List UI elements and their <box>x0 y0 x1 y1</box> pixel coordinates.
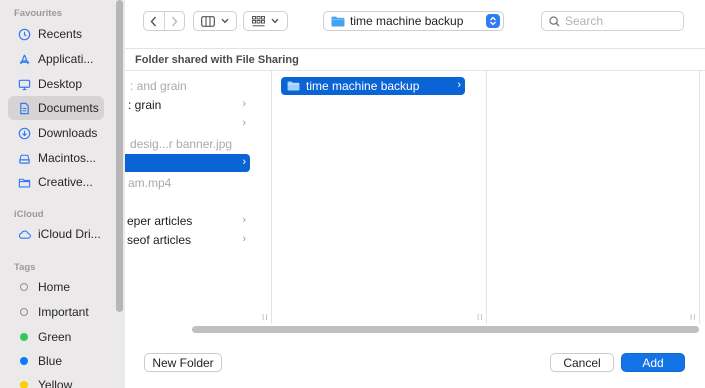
column-resize-handle[interactable]: II <box>262 313 268 322</box>
sidebar-item-label: Applicati... <box>38 52 94 66</box>
sidebar-item-downloads[interactable]: Downloads <box>8 121 104 145</box>
list-item[interactable]: › <box>125 115 250 133</box>
tag-blue-dot-icon <box>20 357 28 365</box>
group-by-button[interactable] <box>243 11 288 31</box>
tags-heading: Tags <box>14 262 36 273</box>
clock-icon <box>17 27 31 41</box>
applications-icon <box>17 52 31 66</box>
search-input[interactable] <box>565 14 675 28</box>
list-item[interactable]: seof articles › <box>125 231 250 249</box>
column-divider <box>699 71 700 324</box>
path-popup-label: time machine backup <box>350 14 464 28</box>
sidebar-item-label: Documents <box>38 101 99 115</box>
chevron-right-icon: › <box>242 98 246 110</box>
sidebar-item-recents[interactable]: Recents <box>8 22 104 46</box>
sidebar-tag-important[interactable]: Important <box>8 300 104 324</box>
chevron-right-icon <box>171 16 178 26</box>
list-item[interactable] <box>125 193 250 211</box>
back-button[interactable] <box>144 16 164 27</box>
chevron-down-icon <box>221 18 229 24</box>
add-button[interactable]: Add <box>621 353 685 372</box>
list-item-label: seof articles <box>127 233 192 247</box>
folder-icon <box>17 175 31 189</box>
folder-icon <box>287 81 300 91</box>
sidebar-item-label: Macintos... <box>38 151 97 165</box>
sidebar-item-macintosh[interactable]: Macintos... <box>8 146 104 170</box>
tag-green-dot-icon <box>20 333 28 341</box>
list-item-label: : grain <box>128 98 162 112</box>
view-mode-button[interactable] <box>193 11 237 31</box>
sidebar-item-label: Important <box>38 305 89 319</box>
tag-empty-icon <box>20 283 28 291</box>
column-resize-handle[interactable]: II <box>690 313 696 322</box>
sidebar-item-creative[interactable]: Creative... <box>8 170 104 194</box>
sidebar-tag-green[interactable]: Green <box>8 325 104 349</box>
sidebar-item-label: Yellow <box>38 378 73 388</box>
document-icon <box>17 101 31 115</box>
back-forward-control <box>143 11 185 31</box>
search-field[interactable] <box>541 11 684 31</box>
list-item-selected[interactable]: time machine backup › <box>281 77 465 95</box>
sidebar-item-desktop[interactable]: Desktop <box>8 72 104 96</box>
chevron-right-icon: › <box>242 156 246 168</box>
tag-empty-icon <box>20 308 28 316</box>
chevron-left-icon <box>150 16 157 26</box>
cloud-icon <box>17 227 31 241</box>
icloud-heading: iCloud <box>14 209 44 220</box>
grid-icon <box>252 15 265 26</box>
cancel-button[interactable]: Cancel <box>550 353 614 372</box>
desktop-icon <box>17 77 31 91</box>
sidebar-item-label: iCloud Dri... <box>38 227 101 241</box>
sidebar-item-label: Home <box>38 280 71 294</box>
horizontal-scrollbar[interactable] <box>192 326 699 333</box>
folder-icon <box>331 16 345 26</box>
sidebar-item-label: Creative... <box>38 175 93 189</box>
sidebar-tag-yellow[interactable]: Yellow <box>8 373 104 388</box>
download-icon <box>17 126 31 140</box>
chevron-right-icon: › <box>242 117 246 129</box>
column-resize-handle[interactable]: II <box>477 313 483 322</box>
toolbar-divider <box>125 48 705 49</box>
header-divider <box>125 70 705 71</box>
sidebar-item-label: Green <box>38 330 72 344</box>
list-item-label: am.mp4 <box>128 176 172 190</box>
list-item[interactable]: : and grain <box>125 77 250 95</box>
location-title: Folder shared with File Sharing <box>135 54 299 66</box>
sidebar: Favourites Recents Applicati... Desktop … <box>0 0 125 388</box>
chevron-down-icon <box>271 18 279 24</box>
chevron-right-icon: › <box>457 79 461 91</box>
sidebar-item-label: Blue <box>38 354 63 368</box>
list-item-label: desig...r banner.jpg <box>130 137 233 151</box>
popup-arrows-icon <box>486 14 500 28</box>
sidebar-tag-home[interactable]: Home <box>8 275 104 299</box>
sidebar-item-documents[interactable]: Documents <box>8 96 104 120</box>
search-icon <box>549 15 560 26</box>
path-popup[interactable]: time machine backup <box>323 11 504 31</box>
new-folder-button[interactable]: New Folder <box>144 353 222 372</box>
sidebar-item-label: Desktop <box>38 77 83 91</box>
drive-icon <box>17 151 31 165</box>
list-item[interactable]: eper articles › <box>125 212 250 230</box>
favourites-heading: Favourites <box>14 8 63 19</box>
sidebar-item-label: Downloads <box>38 126 98 140</box>
columns-view-icon <box>201 15 215 27</box>
list-item-label: time machine backup <box>306 79 420 93</box>
list-item-label: : and grain <box>130 79 187 93</box>
chevron-right-icon: › <box>242 233 246 245</box>
sidebar-item-label: Recents <box>38 27 83 41</box>
sidebar-item-applications[interactable]: Applicati... <box>8 47 104 71</box>
chevron-right-icon: › <box>242 214 246 226</box>
sidebar-scrollbar[interactable] <box>116 0 123 312</box>
sidebar-tag-blue[interactable]: Blue <box>8 349 104 373</box>
list-item[interactable]: am.mp4 <box>125 174 250 192</box>
column-divider <box>271 71 272 324</box>
list-item-selected[interactable]: › <box>125 154 250 172</box>
list-item-label: eper articles <box>127 214 193 228</box>
list-item[interactable]: : grain › <box>125 96 250 114</box>
column-divider <box>486 71 487 324</box>
tag-yellow-dot-icon <box>20 381 28 388</box>
forward-button[interactable] <box>164 16 184 27</box>
list-item[interactable]: desig...r banner.jpg <box>125 135 250 153</box>
sidebar-item-icloud-drive[interactable]: iCloud Dri... <box>8 222 104 246</box>
